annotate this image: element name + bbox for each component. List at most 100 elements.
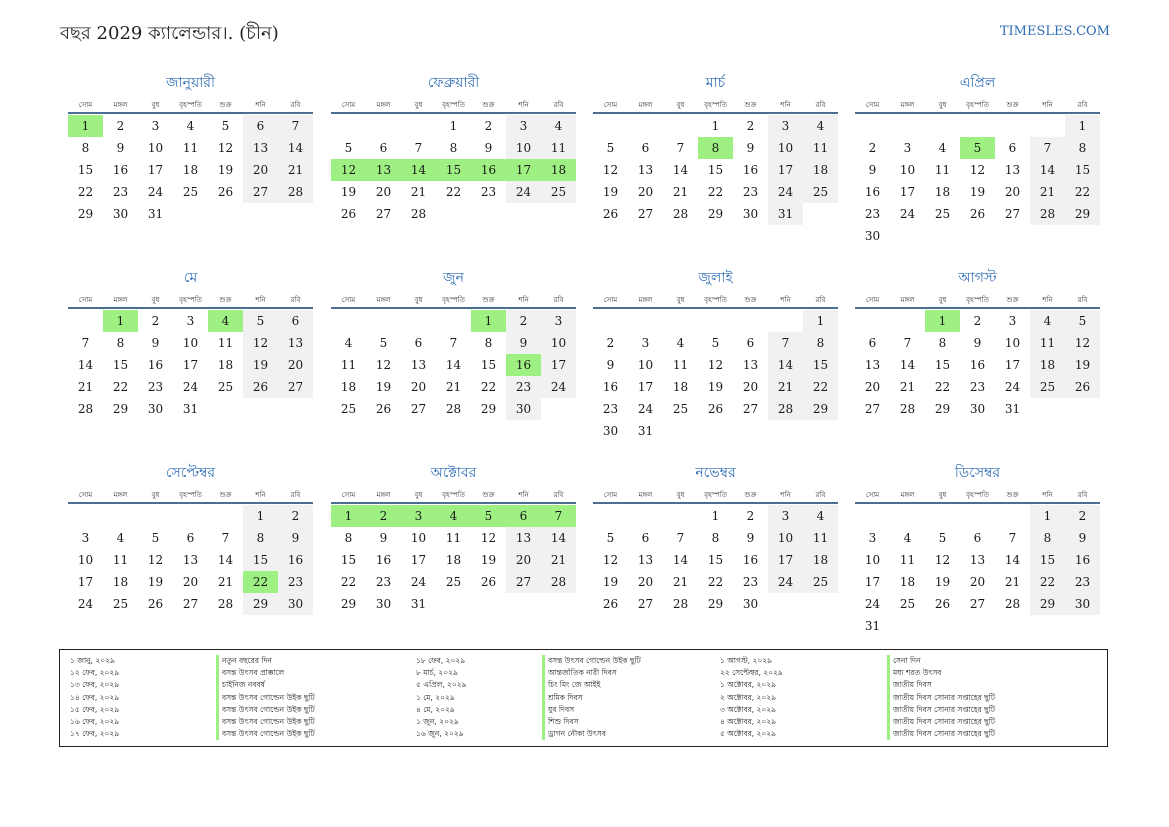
- day-cell[interactable]: 1: [1030, 505, 1065, 527]
- day-cell[interactable]: 7: [995, 527, 1030, 549]
- day-cell[interactable]: 1: [698, 505, 733, 527]
- day-cell[interactable]: 7: [663, 527, 698, 549]
- day-cell[interactable]: 13: [733, 354, 768, 376]
- day-cell[interactable]: 12: [243, 332, 278, 354]
- day-cell[interactable]: 1: [436, 115, 471, 137]
- day-cell[interactable]: 20: [173, 571, 208, 593]
- day-cell[interactable]: 15: [243, 549, 278, 571]
- day-cell[interactable]: 27: [366, 203, 401, 225]
- day-cell[interactable]: 17: [541, 354, 576, 376]
- day-cell[interactable]: 11: [803, 137, 838, 159]
- day-cell[interactable]: 17: [401, 549, 436, 571]
- day-cell[interactable]: 7: [768, 332, 803, 354]
- day-cell[interactable]: 9: [138, 332, 173, 354]
- day-cell[interactable]: 19: [925, 571, 960, 593]
- day-cell[interactable]: 20: [995, 181, 1030, 203]
- day-cell[interactable]: 1: [68, 115, 103, 137]
- day-cell[interactable]: 14: [890, 354, 925, 376]
- day-cell[interactable]: 16: [593, 376, 628, 398]
- day-cell[interactable]: 14: [663, 159, 698, 181]
- day-cell[interactable]: 10: [138, 137, 173, 159]
- day-cell[interactable]: 30: [733, 203, 768, 225]
- day-cell[interactable]: 3: [995, 310, 1030, 332]
- day-cell[interactable]: 6: [243, 115, 278, 137]
- day-cell[interactable]: 23: [103, 181, 138, 203]
- day-cell[interactable]: 26: [925, 593, 960, 615]
- day-cell[interactable]: 7: [890, 332, 925, 354]
- day-cell[interactable]: 14: [768, 354, 803, 376]
- day-cell[interactable]: 20: [628, 181, 663, 203]
- day-cell[interactable]: 28: [401, 203, 436, 225]
- day-cell[interactable]: 8: [1030, 527, 1065, 549]
- day-cell[interactable]: 20: [243, 159, 278, 181]
- day-cell[interactable]: 1: [331, 505, 366, 527]
- day-cell[interactable]: 16: [506, 354, 541, 376]
- day-cell[interactable]: 28: [278, 181, 313, 203]
- day-cell[interactable]: 1: [243, 505, 278, 527]
- day-cell[interactable]: 26: [593, 593, 628, 615]
- day-cell[interactable]: 16: [1065, 549, 1100, 571]
- day-cell[interactable]: 13: [855, 354, 890, 376]
- day-cell[interactable]: 9: [733, 527, 768, 549]
- day-cell[interactable]: 24: [890, 203, 925, 225]
- day-cell[interactable]: 3: [890, 137, 925, 159]
- day-cell[interactable]: 8: [925, 332, 960, 354]
- day-cell[interactable]: 23: [1065, 571, 1100, 593]
- day-cell[interactable]: 15: [68, 159, 103, 181]
- day-cell[interactable]: 23: [278, 571, 313, 593]
- day-cell[interactable]: 9: [733, 137, 768, 159]
- day-cell[interactable]: 19: [960, 181, 995, 203]
- day-cell[interactable]: 29: [803, 398, 838, 420]
- day-cell[interactable]: 24: [401, 571, 436, 593]
- day-cell[interactable]: 8: [471, 332, 506, 354]
- day-cell[interactable]: 23: [138, 376, 173, 398]
- day-cell[interactable]: 28: [436, 398, 471, 420]
- day-cell[interactable]: 15: [698, 159, 733, 181]
- day-cell[interactable]: 9: [506, 332, 541, 354]
- day-cell[interactable]: 22: [68, 181, 103, 203]
- day-cell[interactable]: 21: [663, 571, 698, 593]
- day-cell[interactable]: 1: [698, 115, 733, 137]
- day-cell[interactable]: 2: [138, 310, 173, 332]
- day-cell[interactable]: 29: [243, 593, 278, 615]
- day-cell[interactable]: 2: [855, 137, 890, 159]
- day-cell[interactable]: 11: [173, 137, 208, 159]
- day-cell[interactable]: 3: [768, 115, 803, 137]
- day-cell[interactable]: 30: [366, 593, 401, 615]
- day-cell[interactable]: 28: [1030, 203, 1065, 225]
- day-cell[interactable]: 11: [103, 549, 138, 571]
- day-cell[interactable]: 6: [506, 505, 541, 527]
- day-cell[interactable]: 26: [243, 376, 278, 398]
- day-cell[interactable]: 22: [803, 376, 838, 398]
- day-cell[interactable]: 3: [628, 332, 663, 354]
- day-cell[interactable]: 24: [855, 593, 890, 615]
- day-cell[interactable]: 26: [1065, 376, 1100, 398]
- day-cell[interactable]: 18: [1030, 354, 1065, 376]
- day-cell[interactable]: 26: [471, 571, 506, 593]
- day-cell[interactable]: 2: [1065, 505, 1100, 527]
- day-cell[interactable]: 30: [103, 203, 138, 225]
- day-cell[interactable]: 27: [506, 571, 541, 593]
- day-cell[interactable]: 29: [1030, 593, 1065, 615]
- day-cell[interactable]: 13: [628, 159, 663, 181]
- day-cell[interactable]: 25: [925, 203, 960, 225]
- day-cell[interactable]: 21: [768, 376, 803, 398]
- day-cell[interactable]: 24: [173, 376, 208, 398]
- day-cell[interactable]: 10: [506, 137, 541, 159]
- day-cell[interactable]: 27: [173, 593, 208, 615]
- day-cell[interactable]: 16: [855, 181, 890, 203]
- day-cell[interactable]: 16: [138, 354, 173, 376]
- day-cell[interactable]: 13: [173, 549, 208, 571]
- day-cell[interactable]: 11: [663, 354, 698, 376]
- day-cell[interactable]: 23: [471, 181, 506, 203]
- day-cell[interactable]: 6: [960, 527, 995, 549]
- day-cell[interactable]: 13: [995, 159, 1030, 181]
- day-cell[interactable]: 15: [103, 354, 138, 376]
- day-cell[interactable]: 22: [331, 571, 366, 593]
- day-cell[interactable]: 16: [733, 549, 768, 571]
- day-cell[interactable]: 23: [733, 571, 768, 593]
- day-cell[interactable]: 21: [1030, 181, 1065, 203]
- day-cell[interactable]: 8: [698, 137, 733, 159]
- day-cell[interactable]: 12: [960, 159, 995, 181]
- day-cell[interactable]: 14: [278, 137, 313, 159]
